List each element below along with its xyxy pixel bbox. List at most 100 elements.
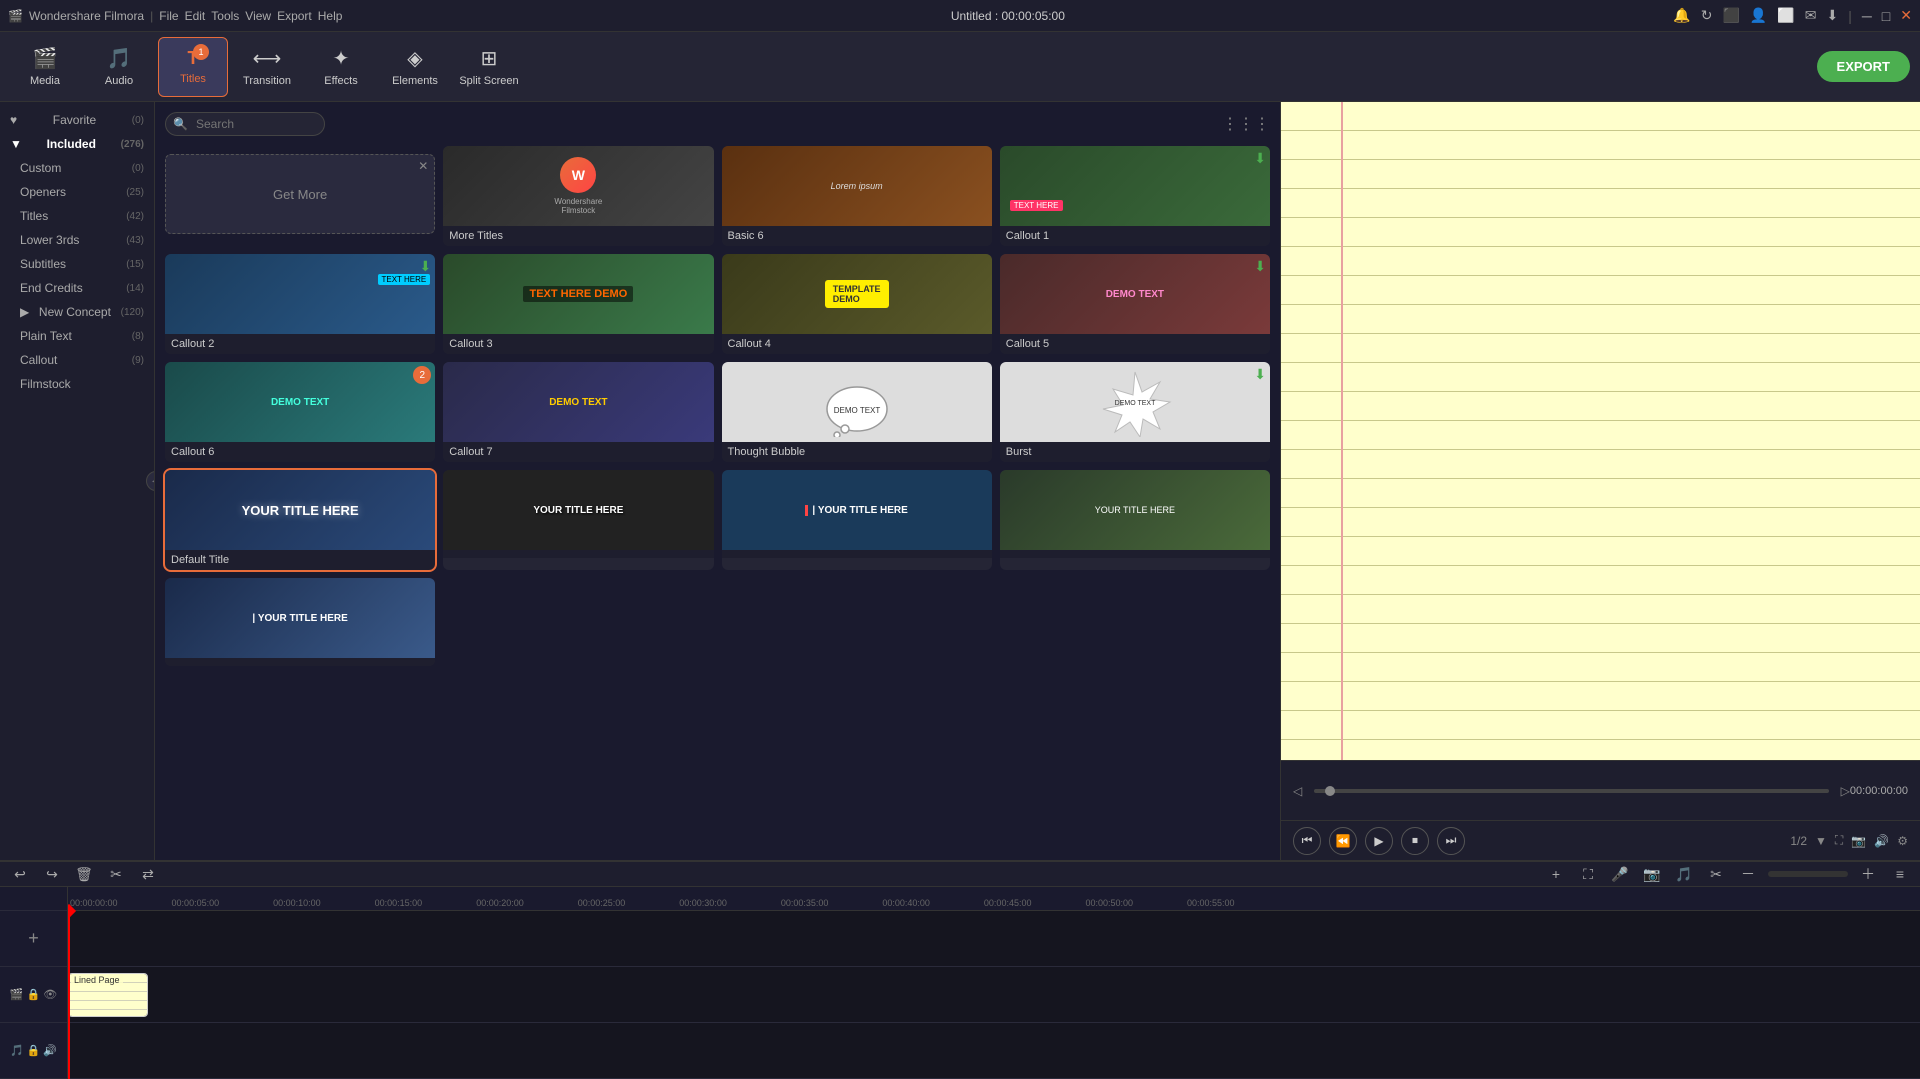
timeline-playhead[interactable] [68,911,70,1079]
card-thumb-callout5: DEMO TEXT [1000,254,1270,334]
toolbar-transition[interactable]: ⟷ Transition [232,37,302,97]
lined-paper-preview [1281,102,1920,760]
playback-forward[interactable]: ⏭ [1437,827,1465,855]
thought-bubble-svg: DEMO TEXT [817,367,897,437]
tool-record-voice[interactable]: 🎤 [1608,862,1632,886]
window-maximize[interactable]: □ [1882,8,1890,24]
sidebar-item-included[interactable]: ▼ Included (276) [0,132,154,156]
icon-settings5[interactable]: ⬜ [1777,7,1794,24]
title-card-basic6[interactable]: Lorem ipsum Basic 6 [722,146,992,246]
icon-settings7[interactable]: ⬇ [1826,7,1838,24]
tool-fit[interactable]: ⛶ [1576,862,1600,886]
toolbar-elements[interactable]: ◈ Elements [380,37,450,97]
title-card-callout5[interactable]: ⬇ DEMO TEXT Callout 5 [1000,254,1270,354]
callout6-text: DEMO TEXT [271,397,329,408]
toolbar-audio[interactable]: 🎵 Audio [84,37,154,97]
tool-cut[interactable]: ✂ [104,862,128,886]
export-button[interactable]: EXPORT [1817,51,1910,82]
icon-settings2[interactable]: ↻ [1701,7,1713,24]
tool-music[interactable]: 🎵 [1672,862,1696,886]
card-label-basic6: Basic 6 [722,226,992,246]
preview-settings-icon[interactable]: ⚙ [1897,834,1908,848]
preview-ratio-dropdown[interactable]: ▼ [1815,834,1827,848]
track-audio-mute-icon[interactable]: 🔊 [43,1044,57,1057]
timeline-clip-linedpage[interactable]: Lined Page [68,973,148,1017]
icon-settings6[interactable]: ✉ [1805,7,1817,24]
tool-add-track[interactable]: + [1544,862,1568,886]
card-thumb-more-titles: W WondershareFilmstock [443,146,713,226]
playback-play[interactable]: ▶ [1365,827,1393,855]
get-more-banner[interactable]: ✕ Get More [165,154,435,234]
toolbar-effects[interactable]: ✦ Effects [306,37,376,97]
tool-split[interactable]: ⇄ [136,862,160,886]
sidebar-item-endcredits[interactable]: End Credits (14) [0,276,154,300]
tool-undo[interactable]: ↩ [8,862,32,886]
sidebar-item-lower3rds[interactable]: Lower 3rds (43) [0,228,154,252]
tool-redo[interactable]: ↪ [40,862,64,886]
tool-delete[interactable]: 🗑 [72,862,96,886]
menu-export[interactable]: Export [277,9,312,23]
track-lock-icon[interactable]: 🔒 [27,988,41,1001]
title-card-thoughtbubble[interactable]: DEMO TEXT Thought Bubble [722,362,992,462]
title-card-callout1[interactable]: ⬇ TEXT HERE Callout 1 [1000,146,1270,246]
sidebar-item-titles[interactable]: Titles (42) [0,204,154,228]
title-card-row2b[interactable]: | YOUR TITLE HERE [722,470,992,570]
track-eye-icon[interactable]: 👁 [43,988,57,1001]
title-card-callout3[interactable]: TEXT HERE DEMO Callout 3 [443,254,713,354]
title-card-defaulttitle[interactable]: YOUR TITLE HERE Default Title [165,470,435,570]
toolbar-titles[interactable]: 1 T Titles [158,37,228,97]
app-name: Wondershare Filmora [29,9,144,23]
window-close[interactable]: ✕ [1900,7,1912,24]
sidebar-item-plaintext[interactable]: Plain Text (8) [0,324,154,348]
title-card-row2a[interactable]: YOUR TITLE HERE [443,470,713,570]
title-card-callout7[interactable]: DEMO TEXT Callout 7 [443,362,713,462]
sidebar-item-newconcept[interactable]: ▶ New Concept (120) [0,300,154,324]
sidebar-item-favorite[interactable]: ♥ Favorite (0) [0,108,154,132]
preview-timeline-slider[interactable] [1314,789,1828,793]
preview-volume-icon[interactable]: 🔊 [1874,834,1889,848]
tool-camera[interactable]: 📷 [1640,862,1664,886]
zoom-slider[interactable] [1768,871,1848,877]
sidebar-item-openers[interactable]: Openers (25) [0,180,154,204]
preview-fullscreen-icon[interactable]: ⛶ [1835,833,1843,848]
title-card-row2c[interactable]: YOUR TITLE HERE [1000,470,1270,570]
menu-edit[interactable]: Edit [185,9,206,23]
menu-help[interactable]: Help [318,9,343,23]
title-card-row2d[interactable]: | YOUR TITLE HERE [165,578,435,666]
tool-trim[interactable]: ✂ [1704,862,1728,886]
tool-options[interactable]: ≡ [1888,862,1912,886]
toolbar-media[interactable]: 🎬 Media [10,37,80,97]
title-card-more-titles[interactable]: W WondershareFilmstock More Titles [443,146,713,246]
playback-rewind[interactable]: ⏮ [1293,827,1321,855]
search-input[interactable] [165,112,325,136]
tool-zoom-in[interactable]: ＋ [1856,862,1880,886]
ruler-mark-8: 00:00:40:00 [880,898,932,908]
track-audio-lock-icon[interactable]: 🔒 [27,1044,41,1057]
title-card-burst[interactable]: ⬇ DEMO TEXT Burst [1000,362,1270,462]
add-track-icon[interactable]: + [28,928,39,949]
preview-slider-handle[interactable] [1325,786,1335,796]
toolbar-splitscreen[interactable]: ⊞ Split Screen [454,37,524,97]
sidebar-collapse-btn[interactable]: ◁ [146,471,155,491]
menu-file[interactable]: File [159,9,178,23]
sidebar-item-filmstock[interactable]: Filmstock [0,372,154,396]
title-card-callout2[interactable]: ⬇ TEXT HERE Callout 2 [165,254,435,354]
icon-settings1[interactable]: 🔔 [1673,7,1690,24]
title-card-callout4[interactable]: TEMPLATEDEMO Callout 4 [722,254,992,354]
sidebar-item-custom[interactable]: Custom (0) [0,156,154,180]
sidebar-item-callout[interactable]: Callout (9) [0,348,154,372]
tool-zoom-out[interactable]: － [1736,862,1760,886]
title-card-callout6[interactable]: 2 DEMO TEXT Callout 6 [165,362,435,462]
get-more-close[interactable]: ✕ [418,159,428,173]
menu-view[interactable]: View [245,9,271,23]
grid-options-icon[interactable]: ⋮⋮⋮ [1222,114,1270,134]
icon-settings3[interactable]: ⬛ [1722,7,1739,24]
icon-settings4[interactable]: 👤 [1750,7,1767,24]
newconcept-count: (120) [121,307,144,318]
preview-snapshot-icon[interactable]: 📷 [1851,834,1866,848]
playback-stop[interactable]: ⏹ [1401,827,1429,855]
window-minimize[interactable]: ─ [1862,8,1872,24]
sidebar-item-subtitles[interactable]: Subtitles (15) [0,252,154,276]
playback-back[interactable]: ⏪ [1329,827,1357,855]
menu-tools[interactable]: Tools [211,9,239,23]
